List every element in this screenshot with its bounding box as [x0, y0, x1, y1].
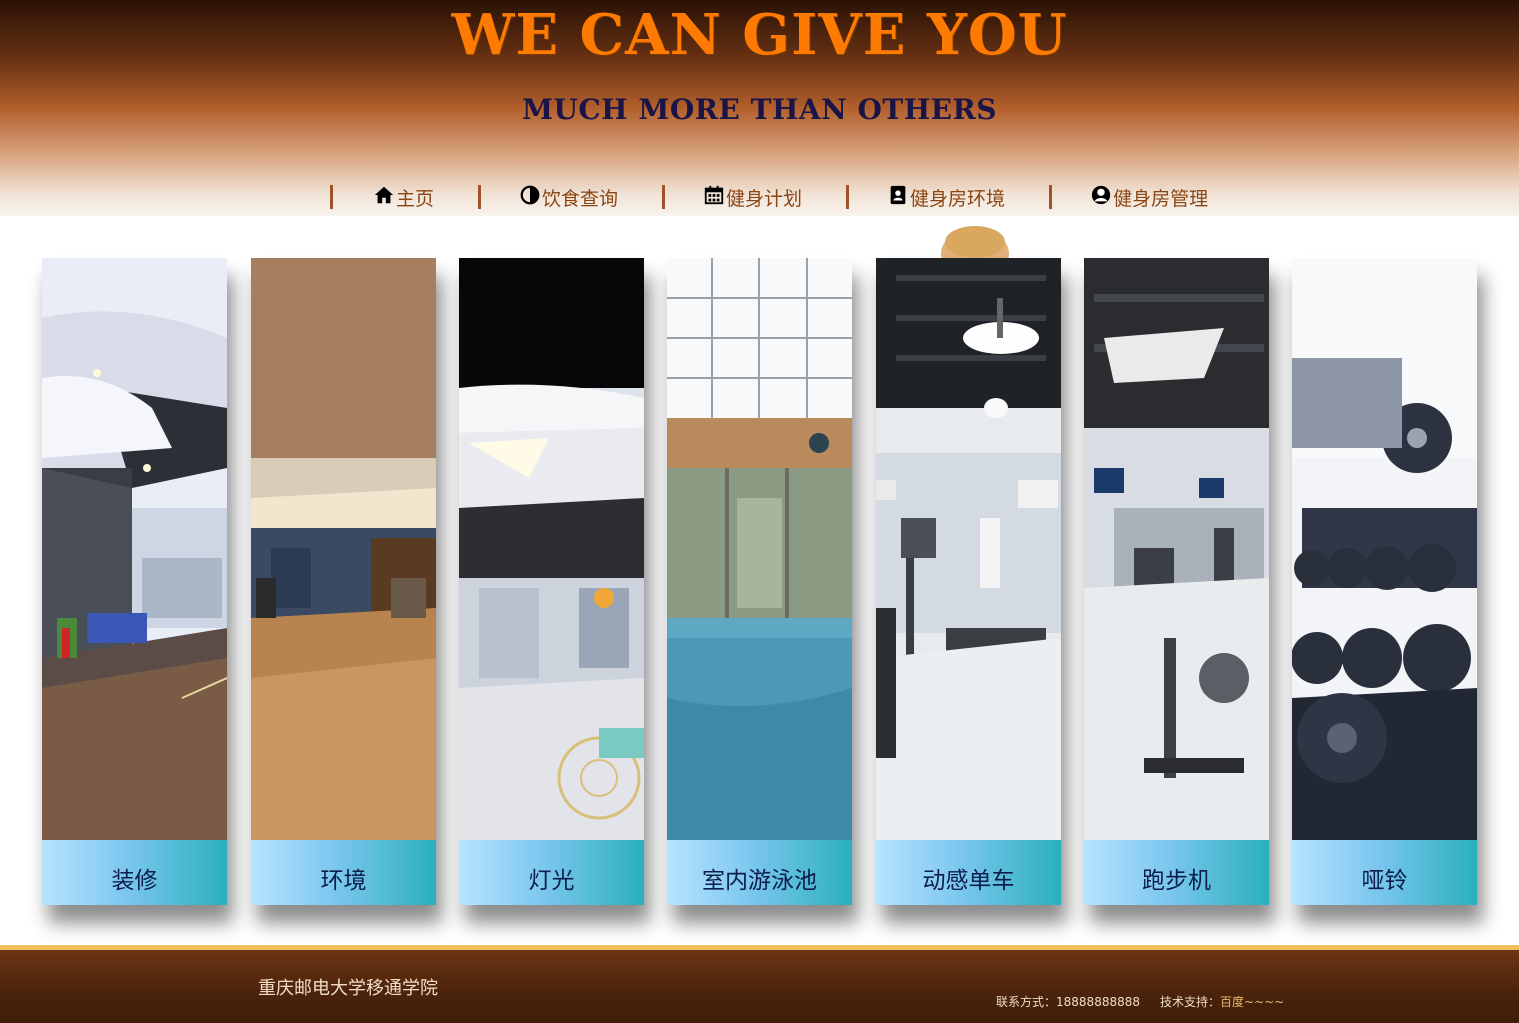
nav-item-management[interactable]: 健身房管理	[1090, 184, 1208, 211]
gallery-card-label: 哑铃	[1292, 840, 1477, 905]
footer-contact: 联系方式：18888888888	[996, 993, 1140, 1010]
environment-photo	[251, 258, 436, 840]
lighting-photo	[459, 258, 644, 840]
indoor-pool-photo	[667, 258, 852, 840]
nav-item-label: 健身房管理	[1113, 187, 1209, 210]
gallery-card-spin-bike[interactable]: 动感单车	[876, 258, 1061, 905]
nav-separator	[330, 185, 333, 209]
gallery-card-lighting[interactable]: 灯光	[459, 258, 644, 905]
footer-support-label: 技术支持：	[1160, 995, 1221, 1009]
spin-bike-photo	[876, 258, 1061, 840]
gallery-card-label: 灯光	[459, 840, 644, 905]
footer: 重庆邮电大学移通学院 联系方式：18888888888 技术支持：百度~~~~	[0, 950, 1519, 1023]
nav-item-label: 健身计划	[726, 187, 803, 210]
main-nav: 主页 饮食查询 健身计划 健身房环境 健身房管理	[330, 180, 1208, 214]
gallery-card-dumbbell[interactable]: 哑铃	[1292, 258, 1477, 905]
nav-separator	[662, 185, 666, 209]
nav-item-environment[interactable]: 健身房环境	[887, 184, 1005, 211]
decoration-photo	[42, 258, 227, 840]
nav-item-label: 主页	[396, 187, 435, 210]
footer-school-name: 重庆邮电大学移通学院	[258, 978, 438, 999]
dumbbell-photo	[1292, 258, 1477, 840]
nav-separator	[1049, 185, 1053, 209]
home-icon	[373, 184, 396, 211]
gallery-card-label: 环境	[251, 840, 436, 905]
gallery-card-decoration[interactable]: 装修	[42, 258, 227, 905]
nav-item-diet[interactable]: 饮食查询	[519, 184, 618, 211]
contact-book-icon	[887, 184, 910, 211]
half-circle-icon	[519, 184, 542, 211]
gallery-card-label: 装修	[42, 840, 227, 905]
nav-item-label: 健身房环境	[910, 187, 1006, 210]
footer-support-link[interactable]: 百度~~~~	[1220, 995, 1284, 1009]
header: WE CAN GIVE YOU MUCH MORE THAN OTHERS 主页…	[0, 0, 1519, 216]
nav-item-label: 饮食查询	[542, 187, 619, 210]
background-athlete-image	[941, 226, 1009, 260]
nav-separator	[478, 185, 482, 209]
hero-subtitle: MUCH MORE THAN OTHERS	[521, 93, 997, 126]
footer-contact-label: 联系方式：	[996, 995, 1057, 1009]
gallery-card-label: 室内游泳池	[667, 840, 852, 905]
gallery-card-label: 动感单车	[876, 840, 1061, 905]
hero-title: WE CAN GIVE YOU	[451, 2, 1068, 68]
treadmill-photo	[1084, 258, 1269, 840]
footer-contact-value: 18888888888	[1056, 995, 1140, 1009]
user-circle-icon	[1090, 184, 1113, 211]
gallery-card-label: 跑步机	[1084, 840, 1269, 905]
gallery-card-indoor-pool[interactable]: 室内游泳池	[667, 258, 852, 905]
gallery-card-treadmill[interactable]: 跑步机	[1084, 258, 1269, 905]
calendar-icon	[703, 184, 726, 211]
gallery-card-environment[interactable]: 环境	[251, 258, 436, 905]
nav-item-home[interactable]: 主页	[373, 184, 434, 211]
nav-separator	[846, 185, 850, 209]
footer-support: 技术支持：百度~~~~	[1160, 993, 1284, 1010]
nav-item-plan[interactable]: 健身计划	[703, 184, 802, 211]
